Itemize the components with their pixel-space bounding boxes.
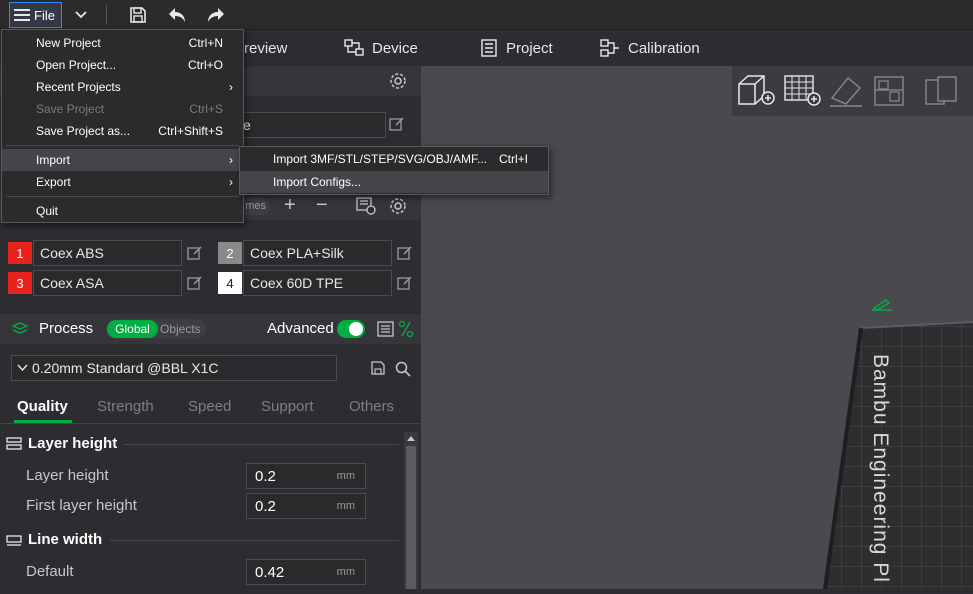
menu-item-quit[interactable]: Quit xyxy=(2,200,243,222)
undo-button[interactable] xyxy=(165,3,189,27)
hamburger-icon xyxy=(14,9,30,21)
calibration-icon xyxy=(600,39,619,57)
submenu-arrow-icon: › xyxy=(229,175,233,189)
tab-project[interactable]: Project xyxy=(480,30,553,66)
global-toggle-option[interactable]: Global xyxy=(107,320,158,338)
device-icon xyxy=(344,39,364,56)
project-icon xyxy=(481,39,497,57)
filament-slot-3-number: 3 xyxy=(8,272,32,294)
menu-item-save-project-as[interactable]: Save Project as... Ctrl+Shift+S xyxy=(2,120,243,142)
edit-icon[interactable] xyxy=(187,275,203,291)
layer-height-input[interactable]: 0.2 mm xyxy=(246,463,366,489)
tab-project-label: Project xyxy=(506,39,553,57)
list-view-icon[interactable] xyxy=(377,320,395,338)
file-menu: New Project Ctrl+N Open Project... Ctrl+… xyxy=(1,29,244,223)
default-line-width-input[interactable]: 0.42 mm xyxy=(246,559,366,585)
filament-slot-2-number: 2 xyxy=(218,242,242,264)
process-title: Process xyxy=(39,320,94,337)
tab-device[interactable]: Device xyxy=(344,30,418,66)
submenu-arrow-icon: › xyxy=(229,153,233,167)
filament-slot-1-select[interactable]: Coex ABS xyxy=(33,240,182,266)
menu-separator xyxy=(6,145,239,146)
tab-quality[interactable]: Quality xyxy=(17,398,68,415)
submenu-arrow-icon: › xyxy=(229,80,233,94)
advanced-switch[interactable] xyxy=(337,320,365,338)
quick-dropdown-button[interactable] xyxy=(66,2,96,28)
plate-type-field[interactable]: e xyxy=(236,112,386,138)
advanced-label: Advanced xyxy=(267,320,334,337)
bed-label-text: Bambu Engineering Pl xyxy=(869,354,892,583)
menu-item-import[interactable]: Import › xyxy=(2,149,243,171)
layer-height-icon xyxy=(6,437,22,450)
menu-item-new-project[interactable]: New Project Ctrl+N xyxy=(2,32,243,54)
search-icon[interactable] xyxy=(395,361,411,377)
menu-item-import-configs[interactable]: Import Configs... xyxy=(240,171,548,193)
filament-slot-3-select[interactable]: Coex ASA xyxy=(33,270,182,296)
first-layer-height-input[interactable]: 0.2 mm xyxy=(246,493,366,519)
undo-icon xyxy=(169,8,185,22)
redo-icon xyxy=(208,8,224,22)
line-width-icon xyxy=(6,535,22,546)
tabs-divider xyxy=(0,423,421,424)
menu-item-recent-projects[interactable]: Recent Projects › xyxy=(2,76,243,98)
plate-type-value: e xyxy=(243,117,251,133)
edit-icon[interactable] xyxy=(187,245,203,261)
default-line-width-label: Default xyxy=(26,563,74,580)
file-menu-label: File xyxy=(34,7,55,23)
add-filament-button[interactable]: + xyxy=(284,194,296,217)
save-preset-icon[interactable] xyxy=(371,361,385,375)
tab-preview-label: review xyxy=(244,39,288,57)
tab-others[interactable]: Others xyxy=(349,398,394,415)
first-layer-height-label: First layer height xyxy=(26,497,137,514)
scroll-up-arrow-icon[interactable] xyxy=(406,434,416,442)
sync-ams-icon[interactable] xyxy=(356,197,376,215)
printer-settings-gear-icon[interactable] xyxy=(389,72,407,90)
menu-separator xyxy=(6,196,239,197)
tab-calibration[interactable]: Calibration xyxy=(600,30,700,66)
filament-slot-1-number: 1 xyxy=(8,242,32,264)
edit-icon[interactable] xyxy=(397,245,413,261)
menu-item-export[interactable]: Export › xyxy=(2,171,243,193)
menu-item-save-project: Save Project Ctrl+S xyxy=(36,102,223,116)
toolbar-divider xyxy=(106,5,107,25)
layer-height-section-title: Layer height xyxy=(28,435,118,452)
edit-icon[interactable] xyxy=(389,116,405,132)
line-width-section-title: Line width xyxy=(28,531,103,548)
menu-item-open-project[interactable]: Open Project... Ctrl+O xyxy=(2,54,243,76)
save-button[interactable] xyxy=(126,3,150,27)
filament-slot-4-select[interactable]: Coex 60D TPE xyxy=(243,270,392,296)
save-icon xyxy=(130,7,146,23)
objects-toggle-option[interactable]: Objects xyxy=(160,322,201,336)
chevron-down-icon xyxy=(17,364,28,372)
tab-speed[interactable]: Speed xyxy=(188,398,231,415)
redo-button[interactable] xyxy=(204,3,228,27)
chevron-down-icon xyxy=(75,11,87,19)
tab-preview[interactable]: review xyxy=(244,30,287,66)
edit-icon[interactable] xyxy=(397,275,413,291)
scrollbar-thumb[interactable] xyxy=(406,446,416,589)
layer-height-label: Layer height xyxy=(26,467,109,484)
remove-filament-button[interactable]: − xyxy=(316,194,328,217)
tab-calibration-label: Calibration xyxy=(628,39,700,57)
layers-icon xyxy=(11,322,29,334)
menu-item-import-models[interactable]: Import 3MF/STL/STEP/SVG/OBJ/AMF... Ctrl+… xyxy=(240,148,548,170)
tab-device-label: Device xyxy=(372,39,418,57)
import-submenu: Import 3MF/STL/STEP/SVG/OBJ/AMF... Ctrl+… xyxy=(239,146,549,195)
compare-icon[interactable] xyxy=(398,320,414,338)
process-preset-select[interactable]: 0.20mm Standard @BBL X1C xyxy=(11,355,337,381)
tab-support[interactable]: Support xyxy=(261,398,314,415)
file-menu-button[interactable]: File xyxy=(9,2,62,28)
section-divider xyxy=(124,444,399,445)
tab-strength[interactable]: Strength xyxy=(97,398,154,415)
filament-slot-2-select[interactable]: Coex PLA+Silk xyxy=(243,240,392,266)
filament-settings-gear-icon[interactable] xyxy=(389,197,407,215)
section-divider xyxy=(110,540,399,541)
filament-slot-4-number: 4 xyxy=(218,272,242,294)
